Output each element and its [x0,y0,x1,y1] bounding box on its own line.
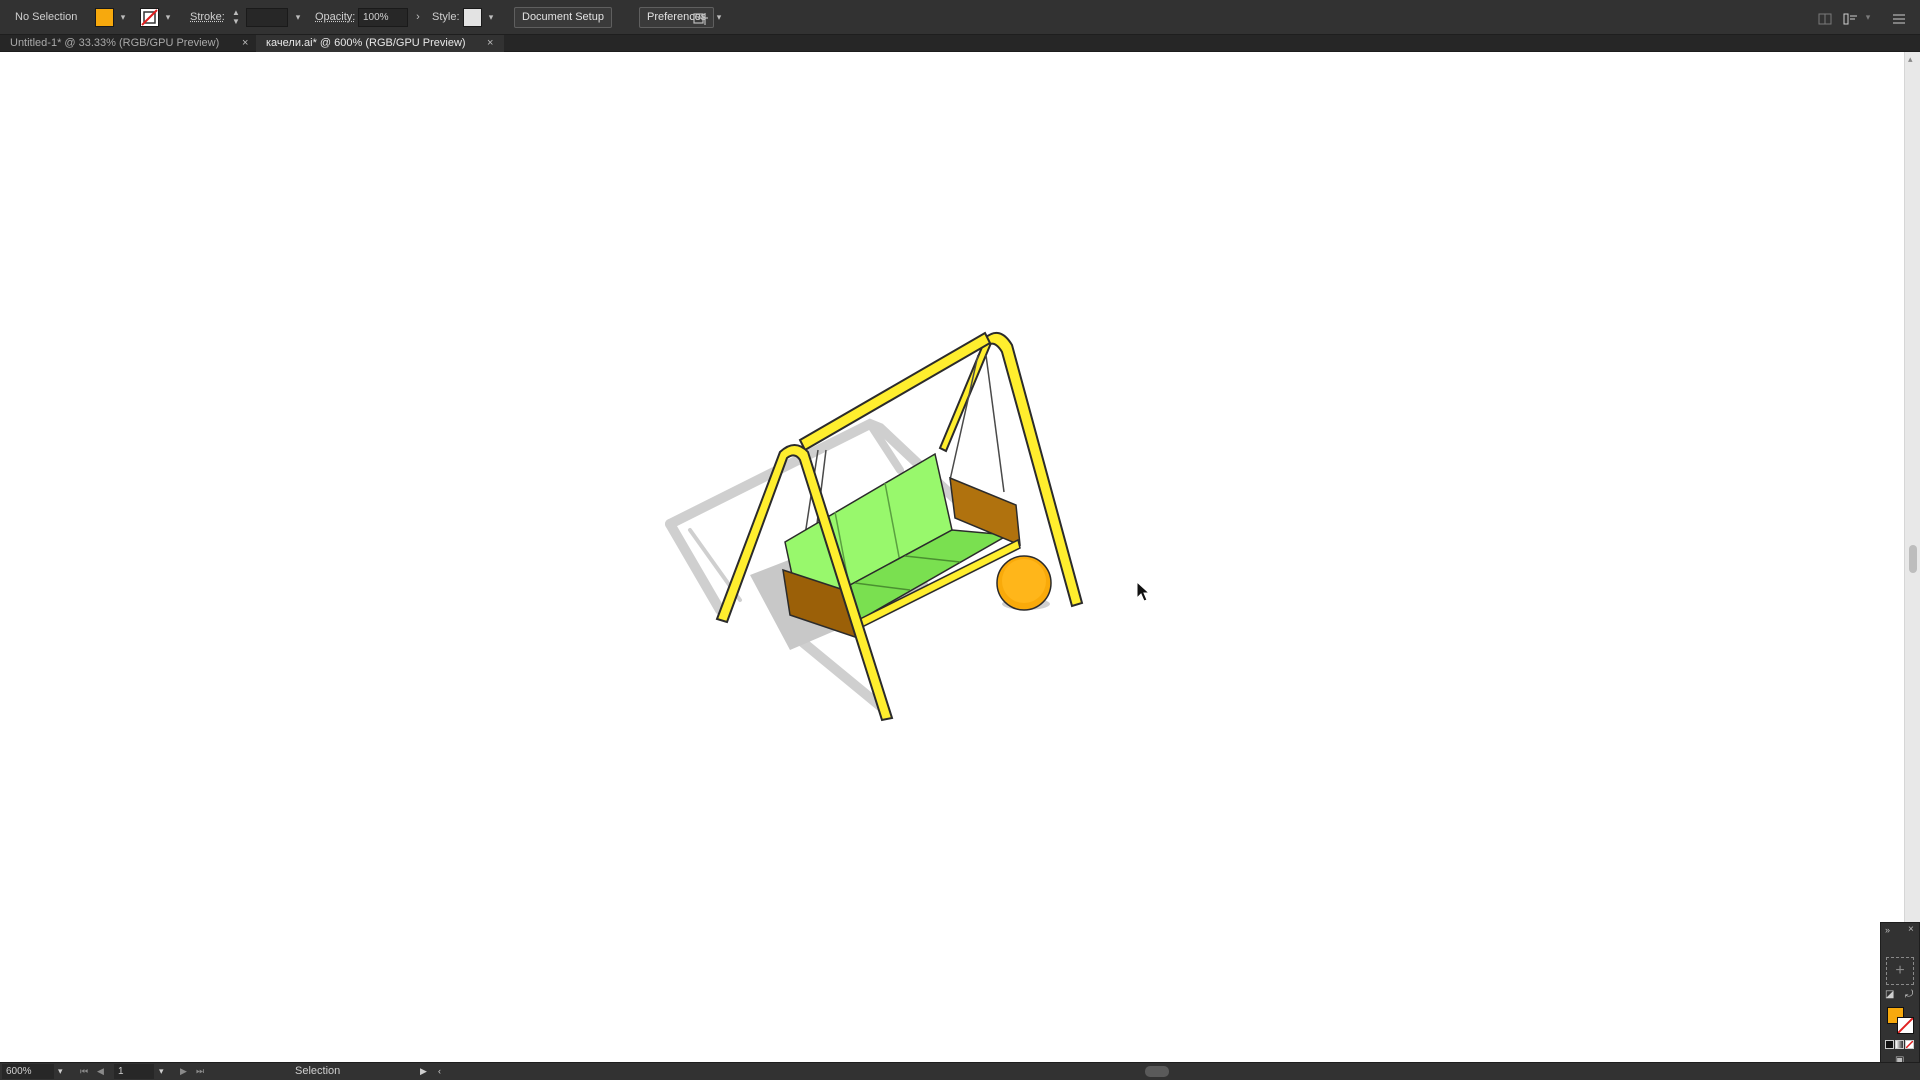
artboard-canvas[interactable] [0,52,1904,1062]
stroke-swatch[interactable] [140,8,159,27]
document-tabs: Untitled-1* @ 33.33% (RGB/GPU Preview) ×… [0,35,1920,52]
first-artboard-icon[interactable]: ⏮ [80,1063,88,1080]
close-icon[interactable]: × [1908,924,1914,935]
color-mode-icon[interactable] [1885,1040,1894,1049]
tools-panel: » × + ◪ ⤾ ▣ [1880,922,1920,1072]
top-beam [798,331,992,452]
default-colors-icon[interactable]: ◪ [1885,989,1894,1000]
opacity-label[interactable]: Opacity: [315,0,355,35]
transform-options-dropdown-icon[interactable]: ▾ [713,10,725,24]
next-artboard-icon[interactable]: ▶ [180,1063,187,1080]
swing-illustration[interactable] [0,52,1904,1062]
artboard-number-field[interactable]: 1 [114,1064,154,1079]
transform-options-icon[interactable] [693,0,709,35]
style-swatch[interactable] [463,8,482,27]
fill-dropdown-icon[interactable]: ▾ [117,10,129,24]
zoom-field[interactable]: 600% [2,1064,54,1079]
swap-colors-icon[interactable]: ⤾ [1905,989,1913,1000]
stroke-label[interactable]: Stroke: [190,0,225,35]
document-setup-button[interactable]: Document Setup [514,7,612,28]
zoom-dropdown-icon[interactable]: ▾ [58,1063,63,1080]
horizontal-scroll-thumb[interactable] [1145,1066,1169,1077]
workspace-dropdown-icon[interactable]: ▾ [1862,10,1874,24]
style-dropdown-icon[interactable]: ▾ [485,10,497,24]
gradient-mode-icon[interactable] [1895,1040,1904,1049]
tab-untitled-1[interactable]: Untitled-1* @ 33.33% (RGB/GPU Preview) × [0,35,256,52]
collapse-panel-icon[interactable]: » [1885,925,1890,935]
stroke-weight-dropdown-icon[interactable]: ▾ [292,10,304,24]
vertical-scrollbar[interactable]: ▴ [1904,52,1920,1062]
previous-artboard-icon[interactable]: ◀ [97,1063,104,1080]
scroll-up-icon[interactable]: ▴ [1908,54,1913,65]
stroke-dropdown-icon[interactable]: ▾ [162,10,174,24]
style-label: Style: [432,11,460,23]
add-tool-icon[interactable]: + [1886,957,1914,985]
tab-kacheli[interactable]: качели.ai* @ 600% (RGB/GPU Preview) × [256,35,504,52]
status-menu-icon[interactable]: ▶ [420,1063,427,1080]
fill-swatch[interactable] [95,8,114,27]
control-bar: No Selection ▾ ▾ Stroke: ▲ ▼ ▾ Opacity: 1… [0,0,1920,35]
close-icon[interactable]: × [242,35,248,52]
current-tool-status[interactable]: Selection [295,1063,340,1080]
no-stroke-icon [141,9,158,26]
ball [996,555,1052,611]
vertical-scroll-thumb[interactable] [1909,545,1917,573]
close-icon[interactable]: × [487,35,493,52]
artboard-dropdown-icon[interactable]: ▾ [159,1063,164,1080]
workspace-switcher-icon[interactable] [1843,0,1859,35]
last-artboard-icon[interactable]: ⏭ [196,1063,204,1080]
stroke-stepper-icon[interactable]: ▲ ▼ [230,8,242,26]
arrow-cursor-icon [1136,581,1150,602]
opacity-expand-icon[interactable]: › [412,10,424,24]
stroke-weight-field[interactable] [246,8,288,27]
tab-label: Untitled-1* @ 33.33% (RGB/GPU Preview) [10,37,220,49]
stroke-color-icon[interactable] [1897,1017,1914,1034]
selection-status: No Selection [15,11,78,23]
swing-seat [782,452,1021,640]
arrange-documents-icon[interactable] [1818,0,1832,35]
opacity-field[interactable]: 100% [358,8,408,27]
status-bar: 600% ▾ ⏮ ◀ 1 ▾ ▶ ⏭ Selection ▶ ‹ [0,1062,1920,1080]
panel-menu-icon[interactable] [1893,0,1905,35]
tab-label: качели.ai* @ 600% (RGB/GPU Preview) [266,37,466,49]
scroll-left-icon[interactable]: ‹ [438,1063,441,1080]
none-mode-icon[interactable] [1905,1040,1914,1049]
